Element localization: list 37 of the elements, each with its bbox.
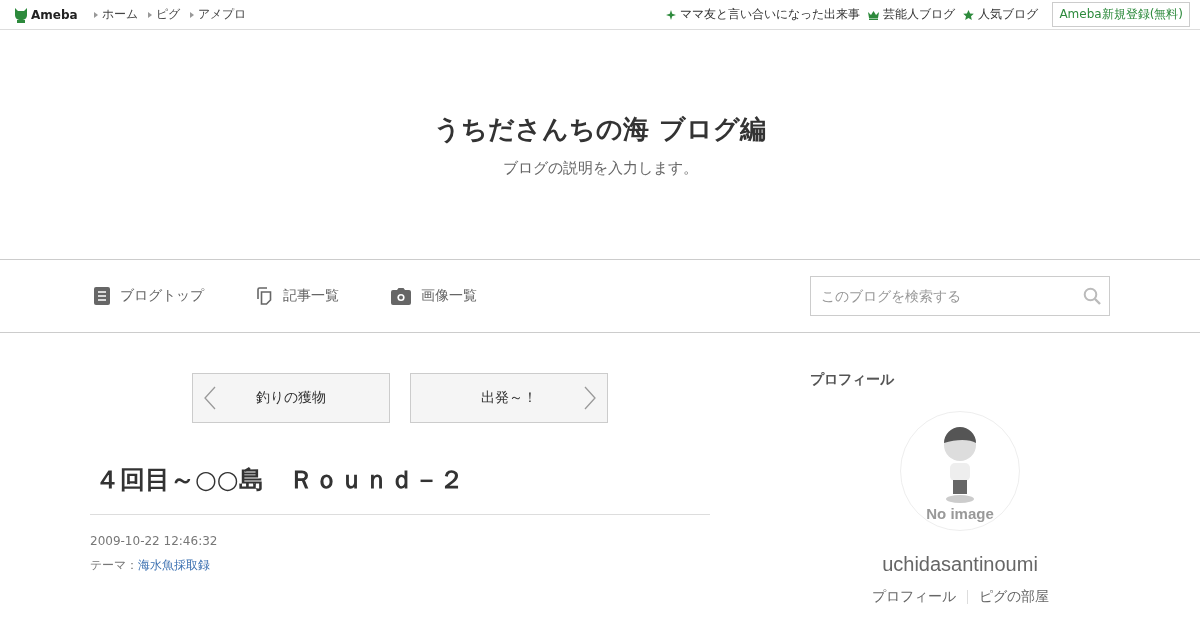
crown-icon: [868, 9, 880, 20]
profile-link[interactable]: ピグの部屋: [978, 588, 1049, 606]
top-link[interactable]: 芸能人ブログ: [868, 6, 956, 23]
chevron-right-icon: [584, 386, 596, 410]
register-button[interactable]: Ameba新規登録(無料): [1052, 2, 1190, 27]
triangle-icon: [189, 11, 194, 18]
chevron-left-icon: [204, 386, 216, 410]
nav-link[interactable]: 画像一覧: [391, 287, 477, 305]
triangle-icon: [147, 11, 152, 18]
top-link[interactable]: アメプロ: [189, 6, 246, 23]
profile-link[interactable]: プロフィール: [871, 588, 956, 606]
article-date: 2009-10-22 12:46:32: [90, 534, 219, 548]
sidebar-heading: プロフィール: [810, 371, 894, 389]
previous-post-button[interactable]: 釣りの獲物: [192, 373, 390, 423]
article-title: ４回目～○○島 Ｒｏｕｎｄ－２: [90, 463, 710, 515]
next-post-button[interactable]: 出発～！: [410, 373, 608, 423]
theme-link[interactable]: 海水魚採取録: [138, 558, 210, 572]
nav-link[interactable]: ブログトップ: [94, 287, 204, 305]
ameba-logo[interactable]: Ameba: [14, 6, 78, 23]
top-link[interactable]: ホーム: [93, 6, 138, 23]
blog-description: ブログの説明を入力します。: [502, 158, 698, 178]
sparkle-icon: [666, 9, 677, 20]
top-link[interactable]: ママ友と言い合いになった出来事: [666, 6, 861, 23]
triangle-icon: [93, 11, 98, 18]
search-icon: [1083, 287, 1101, 305]
blog-title[interactable]: うちださんちの海 ブログ編: [434, 111, 766, 147]
logo-icon: [14, 6, 28, 23]
top-link[interactable]: 人気ブログ: [963, 6, 1039, 23]
top-link[interactable]: ピグ: [147, 6, 180, 23]
profile-name[interactable]: uchidasantinoumi: [882, 553, 1038, 576]
pages-icon: [256, 287, 273, 305]
camera-icon: [391, 287, 411, 305]
theme-label: テーマ：: [90, 558, 138, 572]
star-icon: [963, 9, 975, 20]
document-icon: [94, 287, 110, 305]
search-field[interactable]: このブログを検索する: [810, 276, 1110, 316]
nav-link[interactable]: 記事一覧: [256, 287, 339, 305]
